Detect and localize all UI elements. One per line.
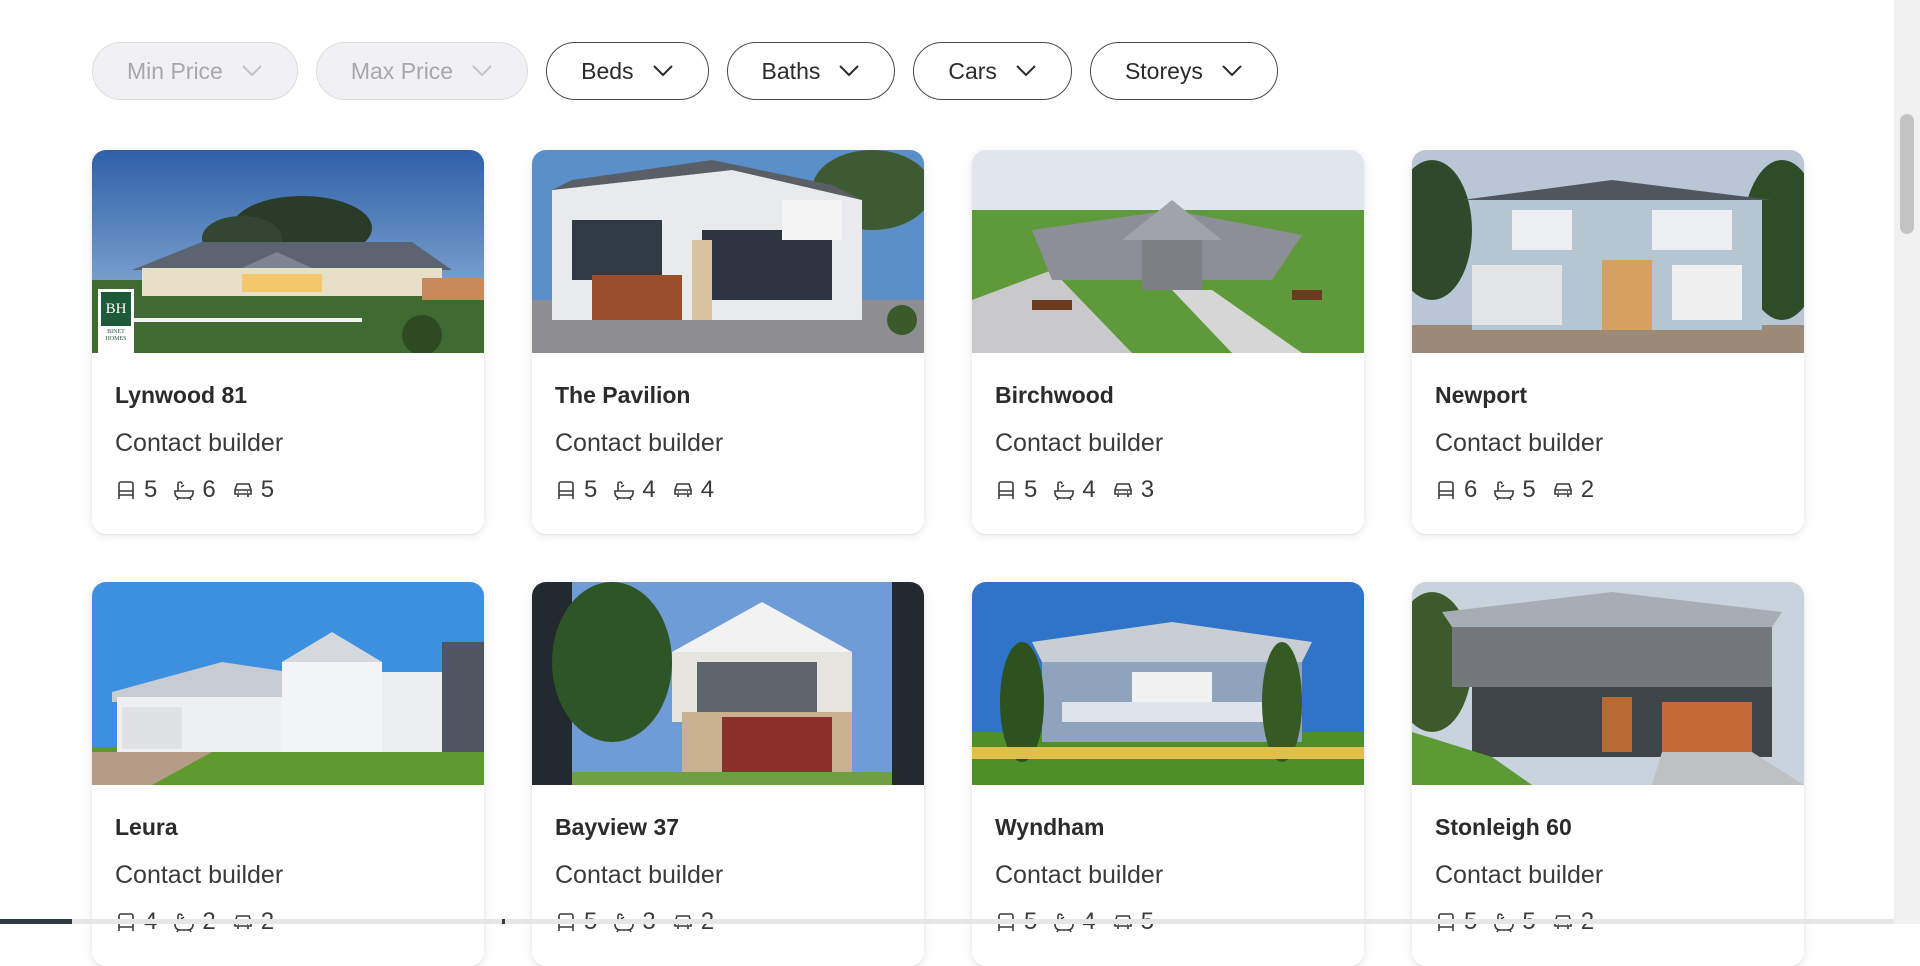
listing-price: Contact builder [1435, 429, 1604, 457]
baths-spec: 5 [1493, 476, 1536, 504]
bottom-bar-segment [72, 919, 502, 924]
bottom-bar-segment [505, 919, 1894, 924]
baths-spec: 4 [1053, 476, 1096, 504]
listing-price: Contact builder [115, 861, 284, 889]
bath-icon [614, 481, 635, 501]
listing-specs: 5 6 5 [115, 476, 274, 504]
filter-label: Beds [581, 57, 634, 84]
builder-logo: BH BINET HOMES [98, 289, 134, 353]
listing-price: Contact builder [1435, 861, 1604, 889]
beds-spec: 5 [555, 476, 597, 504]
baths-count: 4 [642, 476, 656, 503]
listing-price: Contact builder [555, 861, 724, 889]
cars-count: 3 [1140, 476, 1155, 503]
car-icon [1113, 483, 1132, 497]
car-icon [233, 483, 252, 497]
listing-card[interactable]: Stonleigh 60 Contact builder 5 5 2 [1412, 582, 1804, 966]
listing-name: Wyndham [995, 814, 1105, 840]
listing-card[interactable]: Wyndham Contact builder 5 4 5 [972, 582, 1364, 966]
bath-icon [1054, 481, 1075, 501]
car-icon [1553, 483, 1572, 497]
listing-specs: 5 4 4 [555, 476, 714, 504]
filter-label: Min Price [127, 57, 223, 84]
chevron-down-icon [838, 64, 860, 78]
cars-filter[interactable]: Cars [913, 42, 1072, 100]
filter-label: Storeys [1124, 57, 1203, 84]
beds-count: 5 [1024, 476, 1038, 503]
baths-count: 6 [202, 476, 216, 503]
listing-card[interactable]: Newport Contact builder 6 5 2 [1412, 150, 1804, 534]
listing-card[interactable]: Bayview 37 Contact builder 5 3 2 [532, 582, 924, 966]
house-photo: BH BINET HOMES [92, 150, 484, 353]
listing-name: Bayview 37 [555, 814, 680, 840]
beds-count: 5 [584, 476, 598, 503]
listing-name: Birchwood [995, 382, 1114, 408]
listing-card[interactable]: Leura Contact builder 4 2 2 [92, 582, 484, 966]
logo-text: BINET HOMES [105, 329, 127, 342]
baths-filter[interactable]: Baths [726, 42, 896, 100]
beds-filter[interactable]: Beds [546, 42, 709, 100]
listing-name: Stonleigh 60 [1435, 814, 1572, 840]
cars-count: 5 [260, 476, 275, 503]
cars-spec: 5 [232, 476, 274, 504]
bath-icon [1494, 481, 1515, 501]
car-icon [673, 483, 692, 497]
cars-spec: 3 [1112, 476, 1154, 504]
beds-spec: 5 [115, 476, 157, 504]
scrollbar-thumb[interactable] [1900, 114, 1914, 234]
chevron-down-icon [1221, 64, 1243, 78]
min-price-filter[interactable]: Min Price [92, 42, 298, 100]
cars-count: 4 [700, 476, 715, 503]
chevron-down-icon [1015, 64, 1037, 78]
listing-price: Contact builder [995, 861, 1164, 889]
house-photo [1412, 150, 1804, 353]
house-photo [532, 150, 924, 353]
bed-icon [118, 481, 134, 499]
beds-spec: 5 [995, 476, 1037, 504]
beds-count: 5 [144, 476, 158, 503]
beds-spec: 6 [1435, 476, 1477, 504]
beds-count: 6 [1464, 476, 1478, 503]
bed-icon [558, 481, 574, 499]
vertical-scrollbar[interactable] [1894, 0, 1920, 924]
filter-label: Cars [948, 57, 997, 84]
bed-icon [1438, 481, 1454, 499]
listing-card[interactable]: The Pavilion Contact builder 5 4 4 [532, 150, 924, 534]
listing-card[interactable]: BH BINET HOMES Lynwood 81 Contact builde… [92, 150, 484, 534]
house-photo [532, 582, 924, 785]
listing-name: The Pavilion [555, 382, 691, 408]
house-photo [92, 582, 484, 785]
listing-price: Contact builder [555, 429, 724, 457]
bottom-bar [0, 919, 1894, 924]
bath-icon [174, 481, 195, 501]
filter-label: Baths [761, 57, 821, 84]
listing-price: Contact builder [115, 429, 284, 457]
baths-count: 4 [1082, 476, 1096, 503]
logo-mark: BH [101, 292, 131, 326]
listing-price: Contact builder [995, 429, 1164, 457]
listing-specs: 6 5 2 [1435, 476, 1594, 504]
listing-name: Leura [115, 814, 178, 840]
listing-card[interactable]: Birchwood Contact builder 5 4 3 [972, 150, 1364, 534]
max-price-filter[interactable]: Max Price [315, 42, 529, 100]
house-photo [972, 150, 1364, 353]
storeys-filter[interactable]: Storeys [1089, 42, 1278, 100]
cars-count: 2 [1580, 476, 1595, 503]
bed-icon [998, 481, 1014, 499]
filter-label: Max Price [350, 57, 454, 84]
cars-spec: 4 [672, 476, 714, 504]
house-photo [1412, 582, 1804, 785]
filter-bar: Min Price Max Price Beds Baths Cars Stor… [92, 42, 1278, 100]
listing-name: Newport [1435, 382, 1527, 408]
listing-specs: 5 4 3 [995, 476, 1154, 504]
baths-spec: 6 [173, 476, 216, 504]
chevron-down-icon [241, 64, 263, 78]
baths-spec: 4 [613, 476, 656, 504]
house-photo [972, 582, 1364, 785]
chevron-down-icon [471, 64, 493, 78]
cars-spec: 2 [1552, 476, 1594, 504]
listing-name: Lynwood 81 [115, 382, 248, 408]
baths-count: 5 [1522, 476, 1536, 503]
chevron-down-icon [652, 64, 674, 78]
